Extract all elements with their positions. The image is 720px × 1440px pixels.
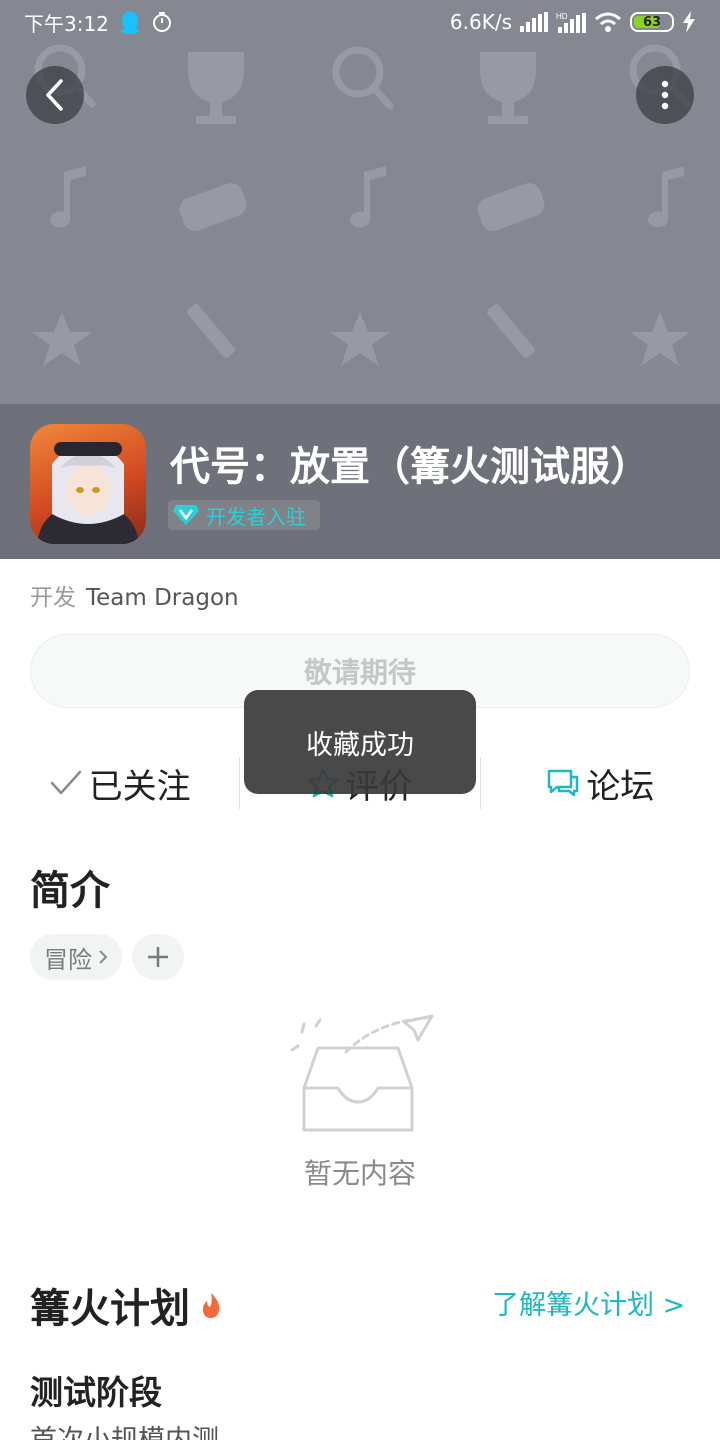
tag-row: 冒险 [30, 934, 184, 980]
hd-signal-icon: HD [556, 12, 586, 33]
developer-label: 开发 [30, 585, 76, 611]
status-time: 下午3:12 [24, 11, 109, 36]
tag-label: 冒险 [44, 945, 92, 974]
diamond-v-icon [173, 505, 199, 525]
battery-level: 63 [642, 14, 662, 30]
developer-line: 开发 Team Dragon [30, 578, 239, 612]
empty-box-icon [290, 1014, 434, 1132]
banner-pattern [32, 44, 691, 366]
chevron-right-icon [99, 950, 108, 964]
chat-bubbles-icon [548, 769, 579, 797]
svg-text:HD: HD [556, 12, 568, 21]
toast-message: 收藏成功 [244, 690, 476, 794]
charging-icon [683, 11, 695, 33]
campfire-title: 篝火计划 [30, 1286, 190, 1332]
developer-badge-label: 开发者入驻 [206, 504, 306, 529]
back-button[interactable] [26, 66, 84, 124]
qq-icon [120, 11, 139, 34]
more-vertical-icon [661, 80, 669, 110]
forum-label: 论坛 [586, 766, 655, 807]
tag-adventure[interactable]: 冒险 [30, 934, 122, 980]
plus-icon [148, 947, 168, 967]
developer-name[interactable]: Team Dragon [86, 585, 239, 611]
more-options-button[interactable] [636, 66, 694, 124]
learn-campfire-link[interactable]: 了解篝火计划 > [492, 1283, 685, 1322]
forum-button[interactable]: 论坛 [481, 752, 720, 814]
wifi-icon [595, 12, 621, 32]
app-title: 代号：放置（篝火测试服） [170, 444, 650, 490]
test-stage-title: 测试阶段 [30, 1373, 162, 1412]
empty-state-text: 暂无内容 [303, 1157, 416, 1190]
status-bar: 下午3:12 6.6K/s HD 63 [0, 0, 720, 44]
follow-button[interactable]: 已关注 [0, 752, 239, 814]
intro-title: 简介 [30, 868, 110, 914]
battery-icon: 63 [630, 12, 674, 32]
timer-icon [152, 12, 171, 32]
developer-badge[interactable]: 开发者入驻 [168, 500, 320, 530]
header-banner: 下午3:12 6.6K/s HD 63 [0, 0, 720, 404]
check-icon [50, 770, 81, 795]
test-stage-value: 首次小规模内测 [30, 1418, 219, 1440]
add-tag-button[interactable] [132, 934, 184, 980]
fire-icon [202, 1293, 220, 1318]
chevron-left-icon [46, 79, 63, 111]
app-icon[interactable] [30, 424, 146, 544]
network-speed: 6.6K/s [449, 10, 512, 34]
signal-icon [520, 12, 548, 32]
follow-label: 已关注 [88, 766, 191, 807]
app-info-header: 代号：放置（篝火测试服） 开发者入驻 [0, 404, 720, 559]
campfire-section-header: 篝火计划 [30, 1276, 222, 1334]
